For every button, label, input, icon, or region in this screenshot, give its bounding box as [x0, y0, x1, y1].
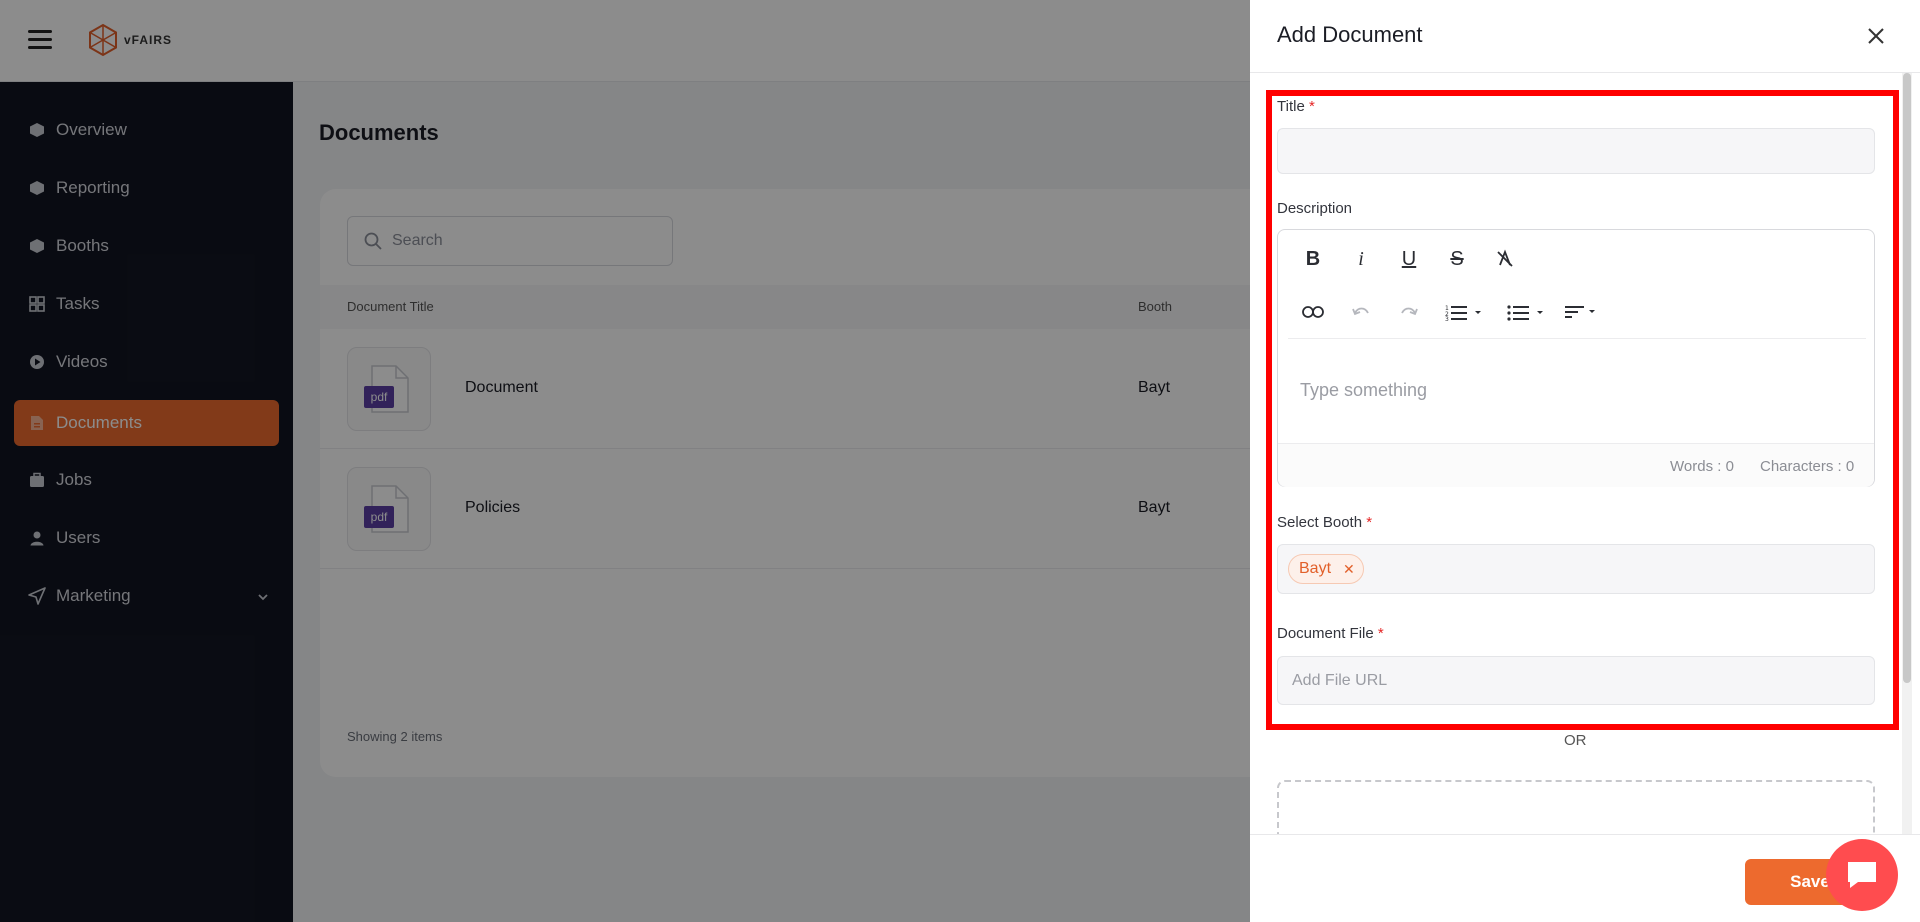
- drawer-title: Add Document: [1277, 22, 1423, 47]
- file-dropzone[interactable]: [1277, 780, 1875, 840]
- modal-backdrop[interactable]: [0, 0, 1250, 922]
- drawer-header: Add Document: [1250, 0, 1920, 73]
- drawer-scrollbar[interactable]: [1902, 73, 1912, 843]
- or-divider: OR: [1564, 732, 1587, 749]
- scrollbar-thumb[interactable]: [1903, 73, 1911, 683]
- highlight-box: [1266, 90, 1899, 730]
- drawer-footer: Save: [1250, 834, 1920, 922]
- add-document-drawer: Add Document Title * Description B i U S: [1250, 0, 1920, 922]
- chat-widget-button[interactable]: [1826, 839, 1898, 911]
- chat-icon: [1848, 862, 1876, 888]
- app-root: vFAIRS Overview Reporting Booths Tasks V…: [0, 0, 1920, 922]
- close-icon[interactable]: [1864, 24, 1888, 48]
